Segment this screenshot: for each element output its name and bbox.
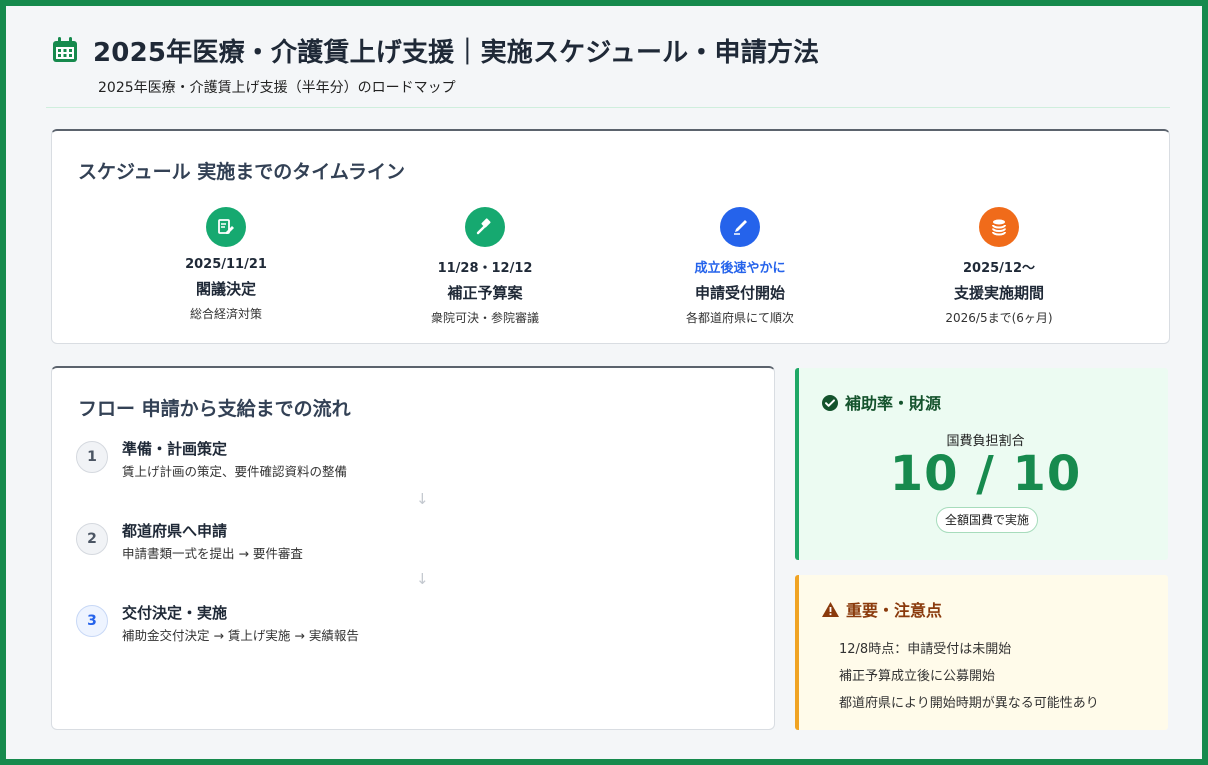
flow-section-title: フロー 申請から支給までの流れ <box>78 398 351 420</box>
flow-step: 3 交付決定・実施 補助金交付決定 → 賃上げ実施 → 実績報告 <box>76 602 716 652</box>
important-notice-panel: 重要・注意点 12/8時点：申請受付は未開始 補正予算成立後に公募開始 都道府県… <box>795 575 1168 730</box>
subsidy-title-text: 補助率・財源 <box>845 394 942 413</box>
timeline-item-cabinet-decision: 2025/11/21 閣議決定 総合経済対策 <box>116 207 336 322</box>
step-number: 1 <box>76 441 108 473</box>
notice-title-text: 重要・注意点 <box>846 601 943 620</box>
timeline-item-application-start: 成立後速やかに 申請受付開始 各都道府県にて順次 <box>630 207 850 326</box>
rate-value: 10 / 10 <box>889 446 1082 502</box>
timeline-date: 成立後速やかに <box>694 261 786 276</box>
timeline-subtext: 各都道府県にて順次 <box>685 311 794 325</box>
step-number: 2 <box>76 523 108 555</box>
flow-card: フロー 申請から支給までの流れ 1 準備・計画策定 賃上げ計画の策定、要件確認資… <box>51 366 775 730</box>
flow-step: 1 準備・計画策定 賃上げ計画の策定、要件確認資料の整備 <box>76 438 716 488</box>
rate-badge: 全額国費で実施 <box>936 507 1038 533</box>
page-header: 2025年医療・介護賃上げ支援｜実施スケジュール・申請方法 2025年医療・介護… <box>46 28 1170 108</box>
subsidy-rate-panel: 補助率・財源 国費負担割合 10 / 10 全額国費で実施 <box>795 368 1168 560</box>
timeline-item-supplementary-budget: 11/28・12/12 補正予算案 衆院可決・参院審議 <box>375 207 595 326</box>
step-description: 申請書類一式を提出 → 要件審査 <box>122 546 303 561</box>
timeline-title: 補正予算案 <box>447 284 523 302</box>
step-description: 補助金交付決定 → 賃上げ実施 → 実績報告 <box>122 628 359 643</box>
timeline-subtext: 2026/5まで(6ヶ月) <box>945 311 1053 325</box>
arrow-down-icon: ↓ <box>416 570 429 588</box>
step-title: 準備・計画策定 <box>122 440 228 458</box>
coins-icon <box>979 207 1019 247</box>
step-title: 交付決定・実施 <box>122 604 228 622</box>
notice-panel-title: 重要・注意点 <box>821 597 942 621</box>
page-subtitle: 2025年医療・介護賃上げ支援（半年分）のロードマップ <box>98 80 456 96</box>
subsidy-panel-title: 補助率・財源 <box>821 390 941 414</box>
timeline-date: 2025/11/21 <box>185 257 267 272</box>
timeline-title: 支援実施期間 <box>953 284 1044 302</box>
step-title: 都道府県へ申請 <box>122 522 228 540</box>
timeline-subtext: 総合経済対策 <box>189 307 262 321</box>
flow-step: 2 都道府県へ申請 申請書類一式を提出 → 要件審査 <box>76 520 716 570</box>
timeline-section-title: スケジュール 実施までのタイムライン <box>78 161 405 183</box>
step-number: 3 <box>76 605 108 637</box>
notice-item: 補正予算成立後に公募開始 <box>839 669 996 684</box>
arrow-down-icon: ↓ <box>416 490 429 508</box>
timeline-title: 申請受付開始 <box>694 284 785 302</box>
gavel-icon <box>465 207 505 247</box>
step-description: 賃上げ計画の策定、要件確認資料の整備 <box>122 464 348 479</box>
notice-item: 都道府県により開始時期が異なる可能性あり <box>839 696 1099 711</box>
calendar-icon <box>53 37 77 62</box>
pen-icon <box>720 207 760 247</box>
document-edit-icon <box>206 207 246 247</box>
check-circle-icon <box>822 395 838 411</box>
warning-icon <box>822 602 839 617</box>
page-frame: 2025年医療・介護賃上げ支援｜実施スケジュール・申請方法 2025年医療・介護… <box>0 0 1208 765</box>
timeline-date: 11/28・12/12 <box>437 261 533 276</box>
page-title: 2025年医療・介護賃上げ支援｜実施スケジュール・申請方法 <box>93 38 820 68</box>
timeline-date: 2025/12〜 <box>962 261 1036 276</box>
timeline-card: スケジュール 実施までのタイムライン 2025/11/21 閣議決定 総合経済対… <box>51 129 1170 344</box>
timeline-subtext: 衆院可決・参院審議 <box>430 311 539 325</box>
notice-item: 12/8時点：申請受付は未開始 <box>839 642 1012 657</box>
timeline-title: 閣議決定 <box>195 280 256 298</box>
timeline-item-support-period: 2025/12〜 支援実施期間 2026/5まで(6ヶ月) <box>889 207 1109 326</box>
